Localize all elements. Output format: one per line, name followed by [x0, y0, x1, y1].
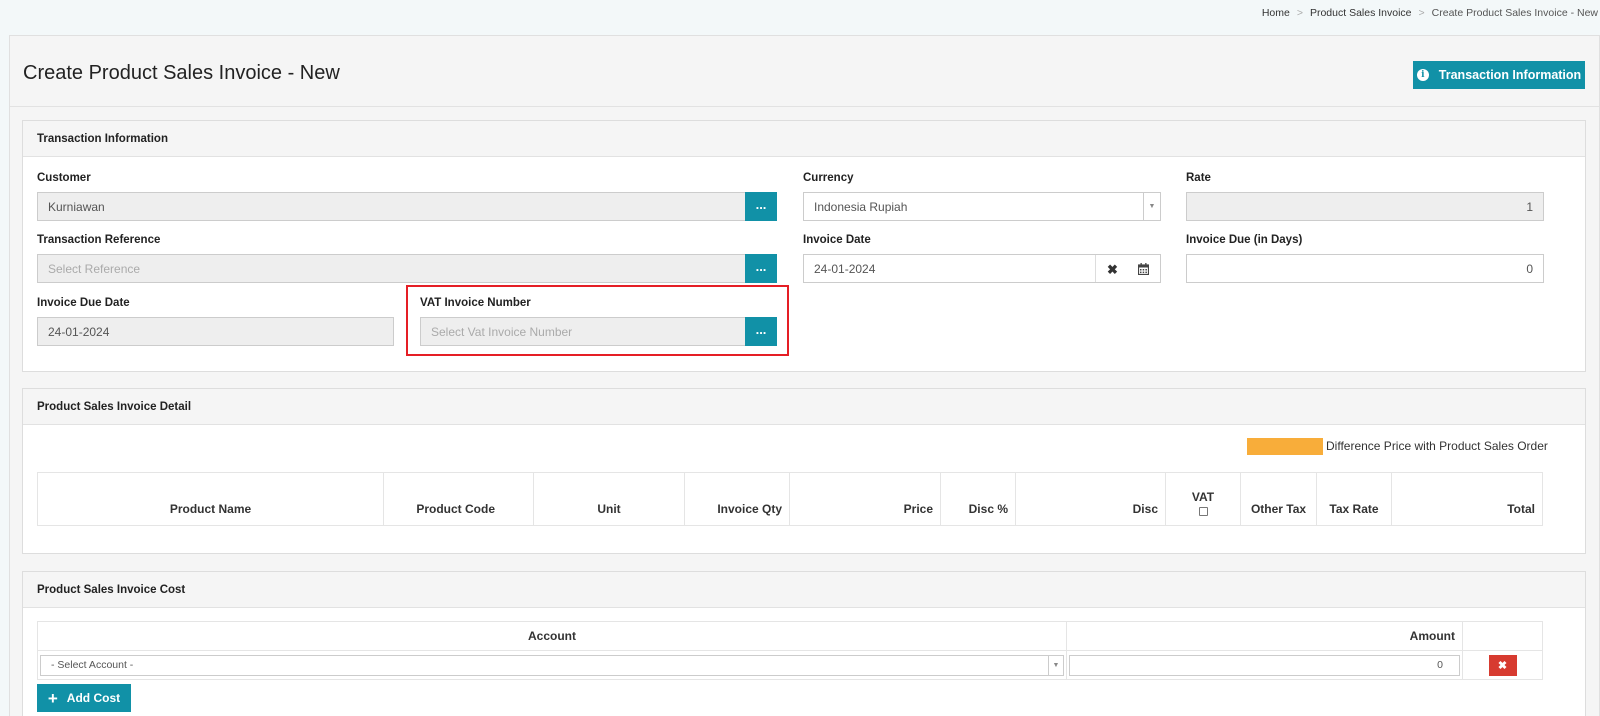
breadcrumb-home[interactable]: Home	[1262, 7, 1290, 19]
column-account: Account	[37, 621, 1067, 651]
column-total: Total	[1391, 472, 1543, 526]
clear-icon[interactable]: ✖	[1107, 262, 1118, 278]
breadcrumb-section[interactable]: Product Sales Invoice	[1310, 7, 1412, 19]
customer-field[interactable]: Kurniawan	[37, 192, 746, 221]
panel-heading: Transaction Information	[23, 121, 1585, 157]
transaction-information-panel: Transaction Information Customer Kurniaw…	[22, 120, 1586, 372]
highlight-annotation	[406, 285, 789, 356]
account-select[interactable]: - Select Account - ▼	[40, 654, 1064, 676]
column-disc-percent: Disc %	[940, 472, 1016, 526]
rate-label: Rate	[1186, 172, 1211, 184]
invoice-date-label: Invoice Date	[803, 234, 871, 246]
customer-lookup-button[interactable]: ...	[745, 192, 777, 221]
invoice-date-value: 24-01-2024	[814, 261, 876, 276]
cost-table: Account Amount - Select Account - ▼ 0 ✖	[37, 621, 1543, 680]
customer-label: Customer	[37, 172, 91, 184]
detail-table: Product Name Product Code Unit Invoice Q…	[37, 472, 1543, 526]
delete-row-button[interactable]: ✖	[1488, 654, 1517, 676]
plus-icon: +	[47, 688, 58, 708]
vat-select-all-checkbox[interactable]	[1198, 507, 1208, 516]
column-disc: Disc	[1015, 472, 1166, 526]
currency-value: Indonesia Rupiah	[814, 199, 908, 214]
legend-text: Difference Price with Product Sales Orde…	[1326, 439, 1548, 453]
invoice-due-days-field[interactable]: 0	[1186, 254, 1544, 283]
column-invoice-qty: Invoice Qty	[684, 472, 790, 526]
panel-heading: Product Sales Invoice Detail	[23, 389, 1585, 425]
reference-lookup-button[interactable]: ...	[745, 254, 777, 283]
invoice-cost-panel: Product Sales Invoice Cost Account Amoun…	[22, 571, 1586, 716]
breadcrumb-separator: >	[1418, 7, 1425, 19]
breadcrumb-current: Create Product Sales Invoice - New	[1431, 7, 1598, 19]
transaction-reference-field[interactable]: Select Reference	[37, 254, 746, 283]
amount-cell: 0	[1066, 650, 1463, 680]
panel-heading: Product Sales Invoice Cost	[23, 572, 1585, 608]
caret-down-icon[interactable]: ▼	[1048, 655, 1063, 675]
column-price: Price	[789, 472, 941, 526]
add-cost-button[interactable]: + Add Cost	[37, 684, 131, 712]
column-vat-label: VAT	[1191, 490, 1215, 504]
page-title: Create Product Sales Invoice - New	[23, 62, 340, 84]
table-row: - Select Account - ▼ 0 ✖	[37, 650, 1543, 680]
transaction-reference-label: Transaction Reference	[37, 234, 161, 246]
breadcrumb-separator: >	[1296, 7, 1303, 19]
action-cell: ✖	[1462, 650, 1543, 680]
account-cell: - Select Account - ▼	[37, 650, 1067, 680]
add-cost-label: Add Cost	[66, 691, 121, 705]
currency-select[interactable]: Indonesia Rupiah ▼	[803, 192, 1161, 221]
breadcrumb: Home > Product Sales Invoice > Create Produc…	[1262, 7, 1598, 19]
transaction-information-label: Transaction Information	[1438, 68, 1582, 82]
column-tax-rate: Tax Rate	[1316, 472, 1392, 526]
rate-field[interactable]: 1	[1186, 192, 1544, 221]
calendar-icon[interactable]	[1138, 263, 1149, 275]
invoice-detail-panel: Product Sales Invoice Detail Difference …	[22, 388, 1586, 554]
date-divider	[1095, 255, 1096, 282]
invoice-due-date-label: Invoice Due Date	[37, 297, 130, 309]
detail-table-header: Product Name Product Code Unit Invoice Q…	[37, 472, 1543, 526]
column-other-tax: Other Tax	[1240, 472, 1317, 526]
amount-input[interactable]: 0	[1069, 654, 1460, 676]
currency-label: Currency	[803, 172, 854, 184]
invoice-date-field[interactable]: 24-01-2024 ✖	[803, 254, 1161, 283]
title-divider	[10, 106, 1599, 107]
column-unit: Unit	[533, 472, 685, 526]
page-container: Create Product Sales Invoice - New i Tra…	[9, 35, 1600, 716]
info-icon: i	[1416, 69, 1429, 81]
transaction-information-button[interactable]: i Transaction Information	[1413, 61, 1585, 89]
cost-table-header: Account Amount	[37, 621, 1543, 651]
column-product-code: Product Code	[383, 472, 534, 526]
column-product-name: Product Name	[37, 472, 384, 526]
invoice-due-days-label: Invoice Due (in Days)	[1186, 234, 1303, 246]
account-select-value: - Select Account -	[51, 659, 134, 671]
invoice-due-date-field[interactable]: 24-01-2024	[37, 317, 394, 346]
caret-down-icon[interactable]: ▼	[1143, 193, 1160, 220]
column-vat: VAT	[1165, 472, 1241, 526]
column-actions	[1462, 621, 1543, 651]
legend-swatch	[1247, 438, 1323, 455]
column-amount: Amount	[1066, 621, 1463, 651]
